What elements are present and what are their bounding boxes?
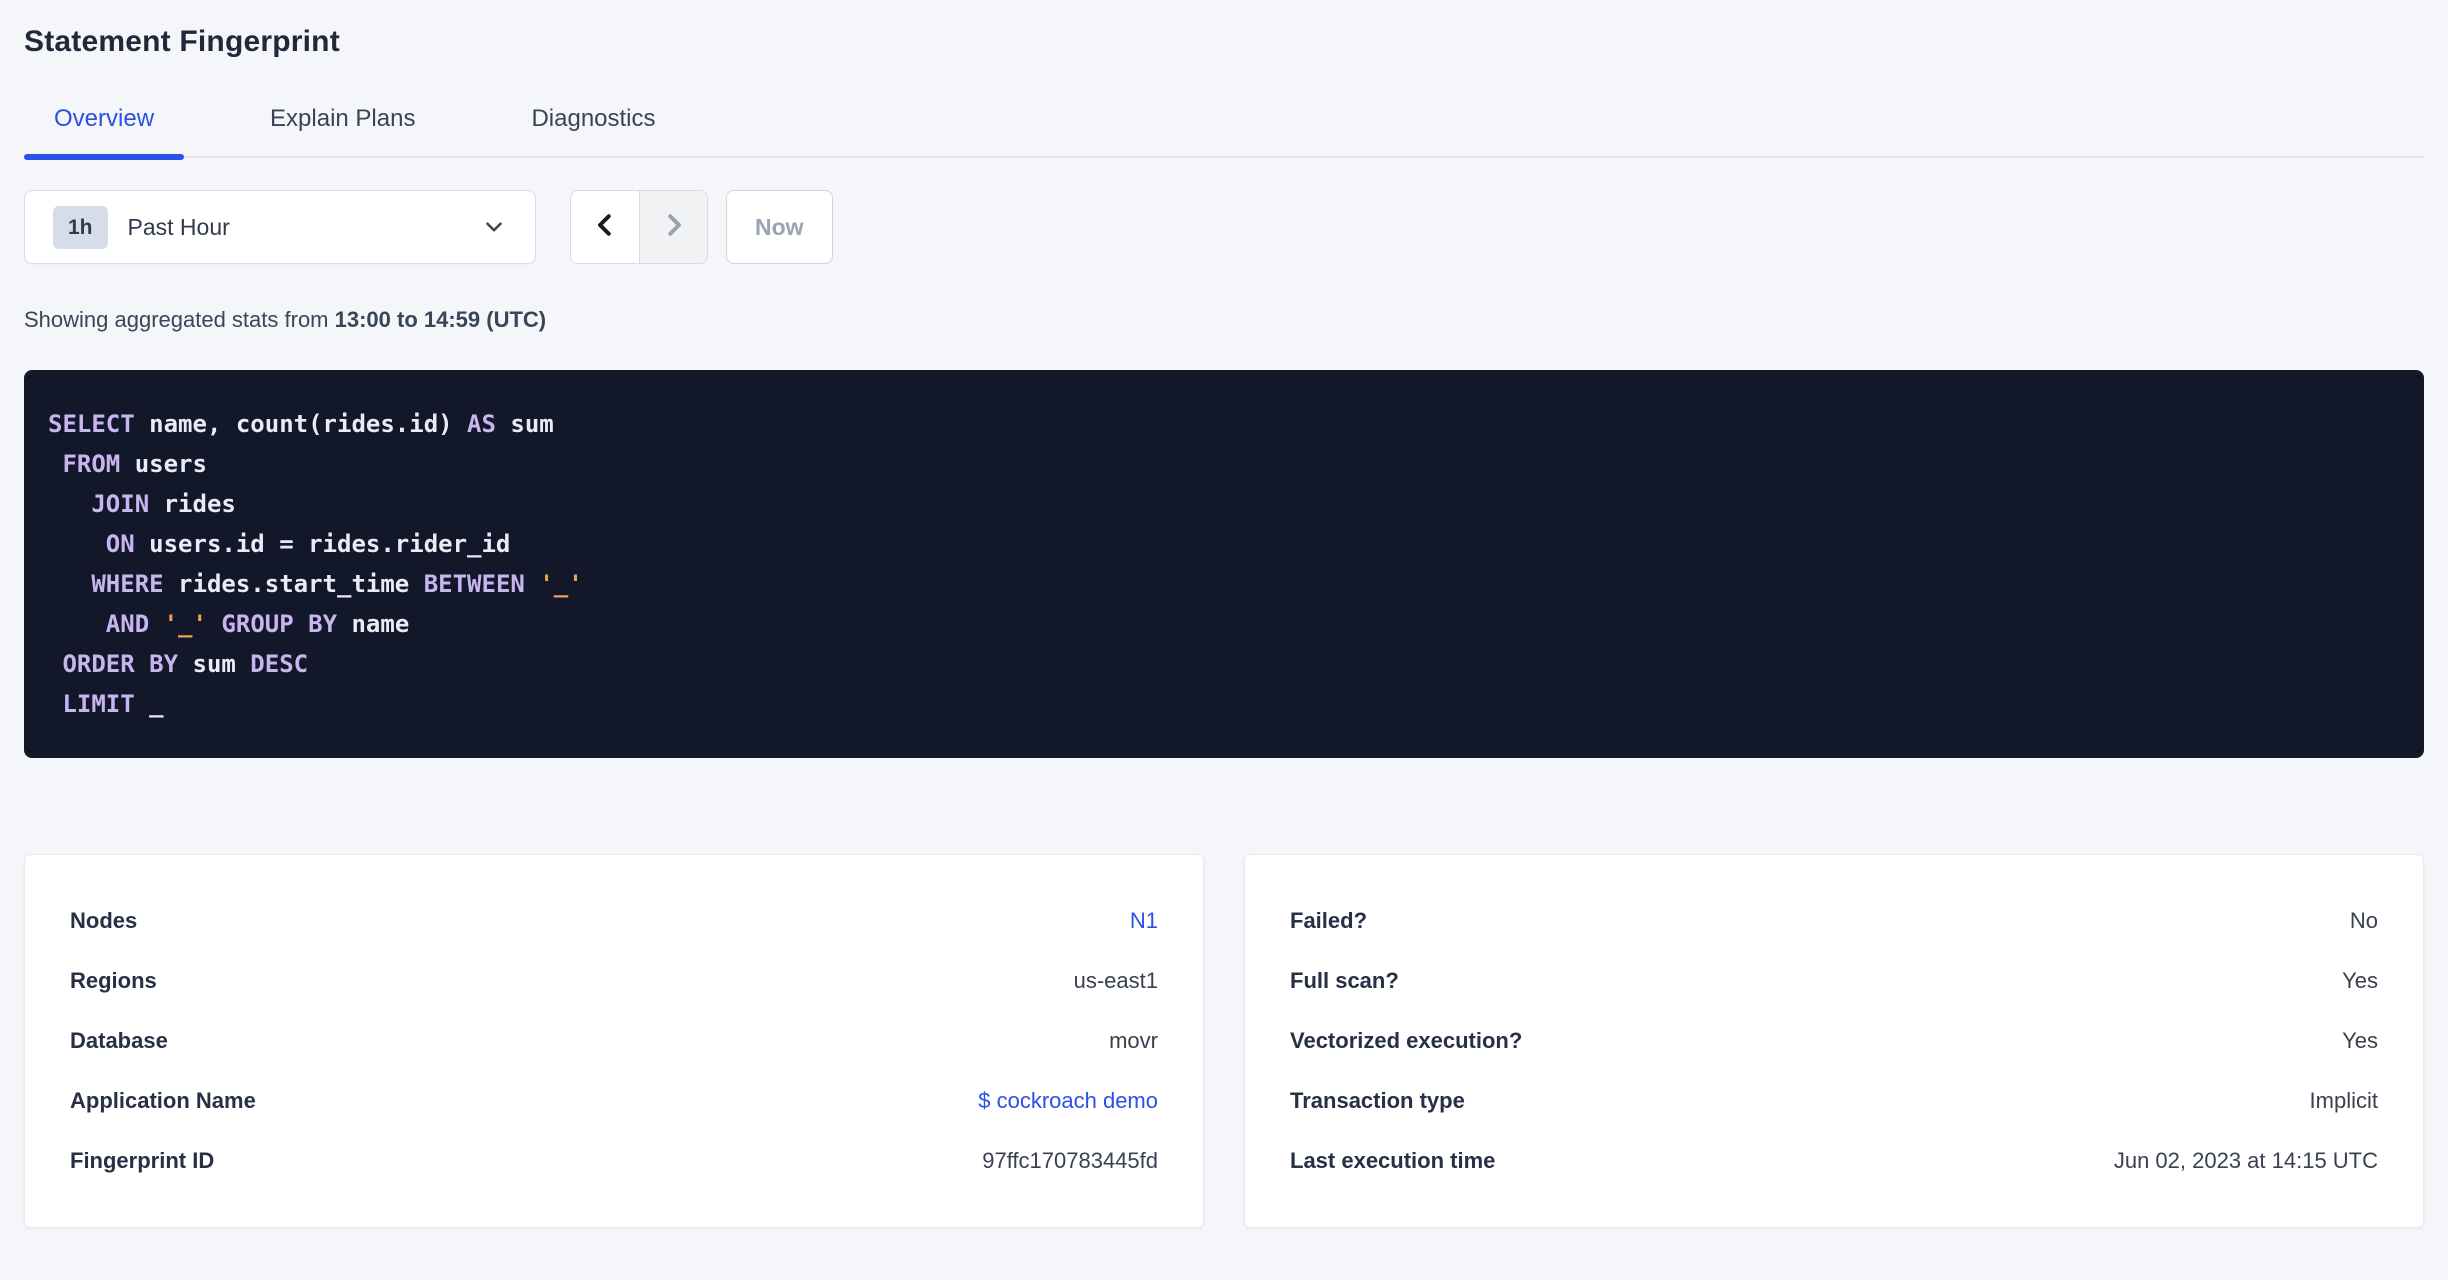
now-button[interactable]: Now [726, 190, 833, 264]
stats-text-prefix: Showing aggregated stats from [24, 307, 335, 332]
card-row: Vectorized execution? Yes [1290, 1011, 2378, 1071]
next-interval-button[interactable] [639, 191, 707, 263]
sql-keyword: AS [467, 410, 496, 438]
card-row: Fingerprint ID 97ffc170783445fd [70, 1131, 1158, 1191]
row-value: movr [1109, 1028, 1158, 1053]
card-row: Full scan? Yes [1290, 951, 2378, 1011]
time-range-label: Past Hour [127, 213, 230, 240]
card-row: Transaction type Implicit [1290, 1071, 2378, 1131]
row-label: Fingerprint ID [70, 1148, 215, 1173]
sql-line: SELECT name, count(rides.id) AS sum [48, 404, 2400, 444]
row-value: Jun 02, 2023 at 14:15 UTC [2113, 1148, 2378, 1173]
chevron-left-icon [590, 210, 620, 245]
sql-text: rides [149, 490, 236, 518]
execution-attributes-card: Failed? No Full scan? Yes Vectorized executi… [1244, 854, 2424, 1228]
card-row: Database movr [70, 1011, 1158, 1071]
row-value-link[interactable]: N1 [1130, 908, 1158, 934]
card-row: Application Name $ cockroach demo [70, 1071, 1158, 1131]
card-row: Last execution time Jun 02, 2023 at 14:15… [1290, 1131, 2378, 1191]
sql-line: AND '_' GROUP BY name [48, 604, 2400, 644]
sql-keyword: BETWEEN [423, 570, 525, 598]
row-label: Regions [70, 968, 157, 993]
row-label: Database [70, 1028, 168, 1053]
row-value: Yes [2342, 968, 2378, 993]
sql-line: FROM users [48, 444, 2400, 484]
sql-keyword: DESC [250, 650, 309, 678]
sql-text: sum [495, 410, 554, 438]
sql-keyword: LIMIT [62, 690, 135, 718]
sql-text: _ [134, 690, 164, 718]
row-value: No [2349, 908, 2378, 933]
row-label: Full scan? [1290, 968, 1399, 993]
sql-line: WHERE rides.start_time BETWEEN '_' [48, 564, 2400, 604]
sql-text: name [337, 610, 410, 638]
row-label: Transaction type [1290, 1088, 1465, 1113]
card-row: Regions us-east1 [70, 951, 1158, 1011]
row-label: Failed? [1290, 908, 1368, 933]
card-row: Nodes N1 [70, 891, 1158, 951]
time-step-buttons [570, 190, 708, 264]
sql-keyword: AND [105, 610, 150, 638]
row-label: Nodes [70, 908, 138, 933]
previous-interval-button[interactable] [571, 191, 639, 263]
tab-overview[interactable]: Overview [24, 104, 185, 160]
sql-statement-box: SELECT name, count(rides.id) AS sum FROM… [24, 370, 2424, 758]
statement-fingerprint-page: Statement Fingerprint Overview Explain Pl… [0, 24, 2448, 1228]
sql-keyword: ORDER BY [62, 650, 179, 678]
sql-line: ON users.id = rides.rider_id [48, 524, 2400, 564]
row-value: 97ffc170783445fd [982, 1148, 1158, 1173]
tab-diagnostics[interactable]: Diagnostics [501, 104, 685, 156]
time-range-dropdown[interactable]: 1h Past Hour [24, 190, 536, 264]
sql-keyword: ON [105, 530, 135, 558]
interval-badge: 1h [53, 205, 108, 249]
sql-text: rides.start_time [163, 570, 424, 598]
sql-keyword: GROUP BY [221, 610, 338, 638]
sql-keyword: SELECT [48, 410, 135, 438]
page-title: Statement Fingerprint [24, 25, 340, 58]
sql-line: ORDER BY sum DESC [48, 644, 2400, 684]
sql-text: sum [178, 650, 251, 678]
sql-text: name, count(rides.id) [134, 410, 468, 438]
row-label: Vectorized execution? [1290, 1028, 1523, 1053]
sql-keyword: FROM [62, 450, 121, 478]
time-controls: 1h Past Hour Now [24, 190, 2424, 264]
summary-cards: Nodes N1 Regions us-east1 Database movr Applic… [24, 854, 2424, 1228]
sql-keyword: JOIN [91, 490, 150, 518]
sql-string-literal: '_' [539, 570, 583, 598]
sql-line: JOIN rides [48, 484, 2400, 524]
sql-keyword: WHERE [91, 570, 164, 598]
tab-bar: Overview Explain Plans Diagnostics [24, 104, 2424, 160]
statement-details-card: Nodes N1 Regions us-east1 Database movr Applic… [24, 854, 1204, 1228]
card-row: Failed? No [1290, 891, 2378, 951]
row-value: us-east1 [1073, 968, 1158, 993]
row-value: Yes [2342, 1028, 2378, 1053]
stats-time-range: 13:00 to 14:59 (UTC) [334, 307, 547, 332]
row-label: Last execution time [1290, 1148, 1496, 1173]
sql-line: LIMIT _ [48, 684, 2400, 724]
row-label: Application Name [70, 1088, 256, 1113]
row-value: Implicit [2309, 1088, 2378, 1113]
aggregated-stats-text: Showing aggregated stats from 13:00 to 1… [24, 306, 2424, 334]
sql-text: users [120, 450, 207, 478]
sql-text: users.id = rides.rider_id [134, 530, 511, 558]
tab-explain-plans[interactable]: Explain Plans [240, 104, 445, 156]
row-value-link[interactable]: $ cockroach demo [978, 1088, 1158, 1114]
chevron-down-icon [481, 214, 507, 240]
sql-string-literal: '_' [163, 610, 207, 638]
chevron-right-icon [659, 210, 689, 245]
